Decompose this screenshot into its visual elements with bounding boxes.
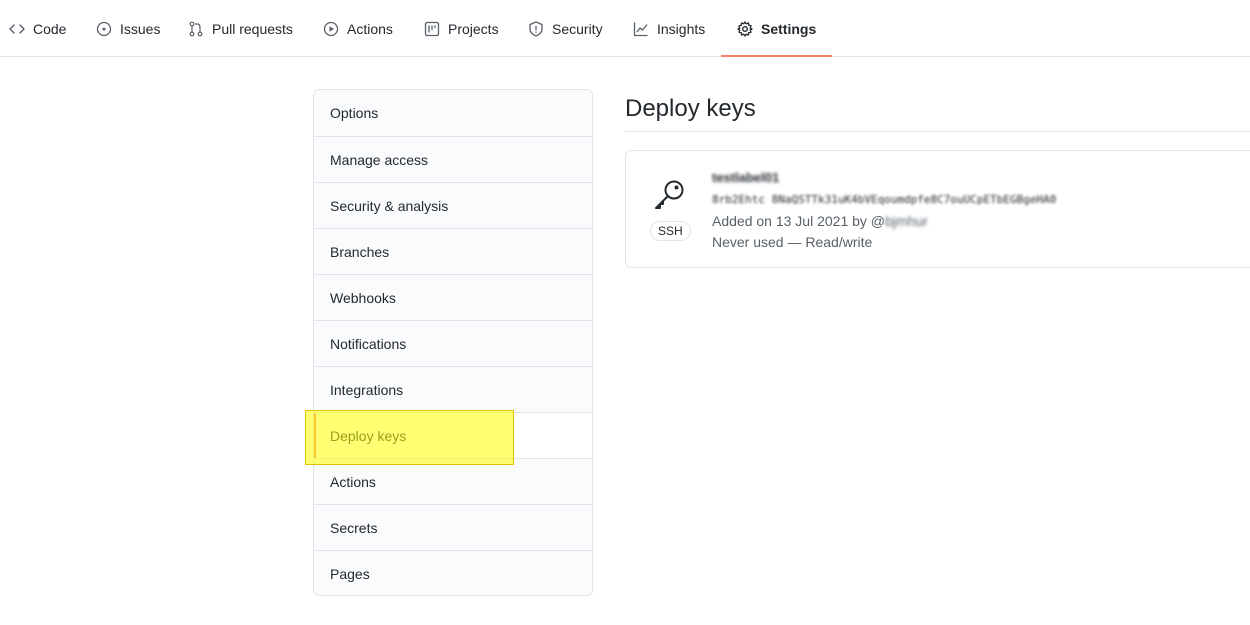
sidebar-item-label: Manage access [330,151,429,168]
sidebar-item-label: Deploy keys [330,427,407,444]
tab-issues[interactable]: Issues [96,0,160,57]
deploy-key-fingerprint: 8rb2Ehtc 8NaQSTTk31uK4bVEqoumdpfe8C7ouUC… [712,193,1057,206]
tab-label: Security [552,20,603,37]
tab-label: Settings [761,20,817,37]
tab-label: Actions [347,20,393,37]
tab-label: Code [33,20,67,37]
settings-sidebar: Options Manage access Security & analysi… [313,89,593,596]
tab-insights[interactable]: Insights [633,0,705,57]
sidebar-item-pages[interactable]: Pages [314,550,592,595]
tab-label: Projects [448,20,499,37]
tab-label: Issues [120,20,161,37]
sidebar-item-label: Options [330,105,379,121]
git-pull-request-icon [188,21,204,37]
deploy-key-item: SSH testlabel01 8rb2Ehtc 8NaQSTTk31uK4bV… [625,150,1250,268]
graph-icon [633,21,649,37]
sidebar-item-notifications[interactable]: Notifications [314,320,592,366]
sidebar-item-label: Integrations [330,381,404,398]
ssh-badge: SSH [650,221,691,241]
sidebar-item-label: Security & analysis [330,197,449,214]
sidebar-item-label: Branches [330,243,390,260]
project-icon [424,21,440,37]
deploy-key-added: Added on 13 Jul 2021 by @bjmhur [712,213,928,229]
tab-settings[interactable]: Settings [720,0,833,57]
code-icon [9,21,25,37]
tab-pull-requests[interactable]: Pull requests [188,0,293,57]
sidebar-item-branches[interactable]: Branches [314,228,592,274]
deploy-key-usage: Never used — Read/write [712,234,873,250]
sidebar-item-label: Pages [330,565,370,582]
issue-opened-icon [96,21,112,37]
sidebar-item-actions[interactable]: Actions [314,458,592,504]
sidebar-item-webhooks[interactable]: Webhooks [314,274,592,320]
page-title: Deploy keys [625,95,756,122]
tab-code[interactable]: Code [9,0,66,57]
tab-label: Insights [657,20,706,37]
key-icon [651,177,687,213]
added-text: Added on 13 Jul 2021 by @ [712,213,886,229]
sidebar-item-options[interactable]: Options [314,90,592,136]
tab-actions[interactable]: Actions [323,0,393,57]
tab-label: Pull requests [212,20,293,37]
tab-security[interactable]: Security [528,0,603,57]
sidebar-item-secrets[interactable]: Secrets [314,504,592,550]
play-icon [323,21,339,37]
sidebar-item-security-analysis[interactable]: Security & analysis [314,182,592,228]
deploy-key-title: testlabel01 [712,170,780,185]
added-user-link[interactable]: bjmhur [885,213,928,229]
sidebar-item-label: Secrets [330,519,378,536]
shield-icon [528,20,544,37]
sidebar-item-integrations[interactable]: Integrations [314,366,592,412]
sidebar-item-label: Notifications [330,335,407,352]
sidebar-item-manage-access[interactable]: Manage access [314,136,592,182]
repo-nav: Code Issues Pull requests Actions Projec… [0,0,1250,57]
sidebar-item-label: Actions [330,473,376,490]
gear-icon [737,20,753,37]
sidebar-item-label: Webhooks [330,289,396,306]
sidebar-item-deploy-keys[interactable]: Deploy keys [314,412,592,458]
tab-projects[interactable]: Projects [424,0,499,57]
title-divider [625,131,1250,132]
